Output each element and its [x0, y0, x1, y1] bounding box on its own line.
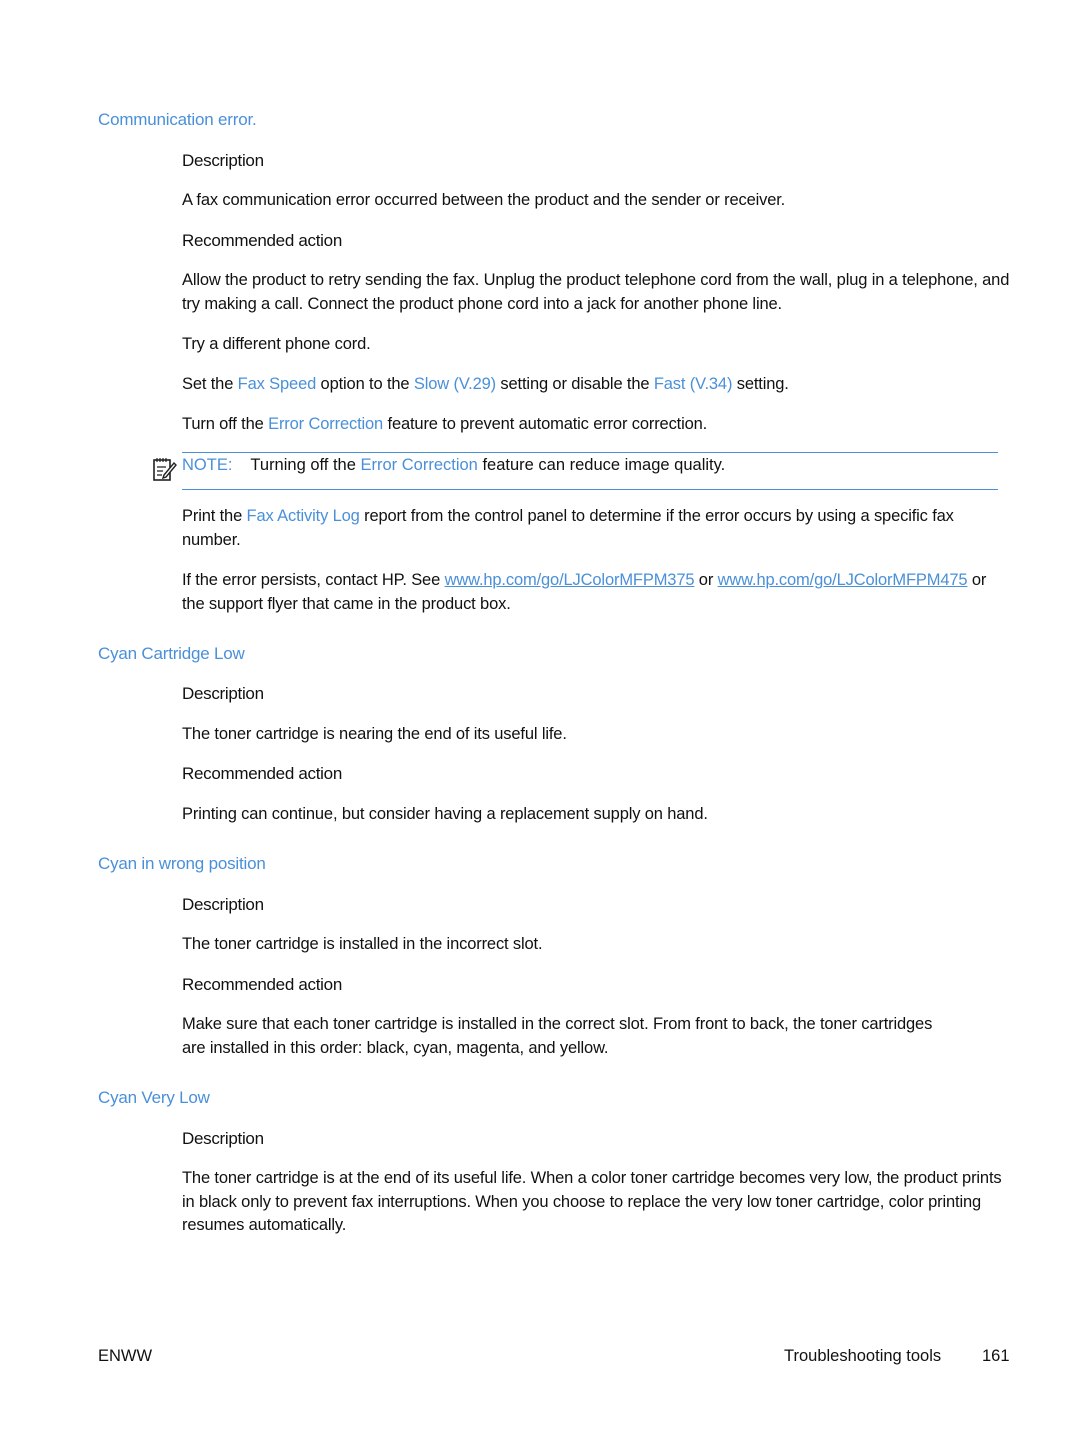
section-heading-cyan-very-low: Cyan Very Low	[98, 1088, 210, 1107]
slow-v29-link[interactable]: Slow (V.29)	[414, 375, 496, 393]
action-paragraph-fax-activity-log: Print the Fax Activity Log report from t…	[182, 505, 1012, 552]
action-paragraph: Make sure that each toner cartridge is i…	[182, 1015, 933, 1057]
text: feature to prevent automatic error corre…	[383, 415, 708, 433]
description-text: The toner cartridge is nearing the end o…	[182, 725, 567, 743]
section-heading-cyan-cartridge-low: Cyan Cartridge Low	[98, 644, 245, 663]
text: Turning off the	[250, 456, 361, 474]
action-paragraph-fax-speed: Set the Fax Speed option to the Slow (V.…	[182, 373, 1012, 397]
text: setting.	[732, 375, 789, 393]
description-label: Description	[182, 684, 264, 703]
action-paragraph: Allow the product to retry sending the f…	[182, 271, 1010, 313]
error-correction-link[interactable]: Error Correction	[361, 456, 478, 474]
description-label: Description	[182, 151, 264, 170]
text: Turn off the	[182, 415, 269, 433]
text: setting or disable the	[496, 375, 654, 393]
section-heading-communication-error: Communication error.	[98, 110, 257, 129]
fax-speed-link[interactable]: Fax Speed	[238, 375, 317, 393]
url-link-m475[interactable]: www.hp.com/go/LJColorMFPM475	[718, 571, 968, 589]
footer-section-title: Troubleshooting tools	[784, 1347, 942, 1365]
description-label: Description	[182, 1129, 264, 1148]
text: option to the	[316, 375, 414, 393]
error-correction-link[interactable]: Error Correction	[268, 415, 383, 433]
action-paragraph-contact-hp: If the error persists, contact HP. See w…	[182, 569, 1012, 616]
note-pencil-icon	[153, 458, 177, 481]
page-number: 161	[982, 1347, 1010, 1365]
note-label: NOTE:	[182, 456, 233, 474]
recommended-action-label: Recommended action	[182, 764, 342, 783]
text: or	[694, 571, 718, 589]
description-text: A fax communication error occurred betwe…	[182, 191, 786, 209]
section-heading-cyan-wrong-position: Cyan in wrong position	[98, 854, 266, 873]
note-text: NOTE: Turning off the Error Correction fe…	[182, 454, 725, 478]
description-text: The toner cartridge is installed in the …	[182, 935, 543, 953]
text: If the error persists, contact HP. See	[182, 571, 445, 589]
footer-enww: ENWW	[98, 1347, 153, 1365]
description-label: Description	[182, 895, 264, 914]
fax-activity-log-link[interactable]: Fax Activity Log	[247, 507, 360, 525]
text: feature can reduce image quality.	[477, 456, 726, 474]
recommended-action-label: Recommended action	[182, 231, 342, 250]
action-paragraph-error-correction: Turn off the Error Correction feature to…	[182, 413, 1012, 437]
recommended-action-label: Recommended action	[182, 975, 342, 994]
url-link-m375[interactable]: www.hp.com/go/LJColorMFPM375	[445, 571, 695, 589]
text: Set the	[182, 375, 238, 393]
fast-v34-link[interactable]: Fast (V.34)	[654, 375, 733, 393]
action-paragraph: Try a different phone cord.	[182, 335, 371, 353]
action-paragraph: Printing can continue, but consider havi…	[182, 805, 708, 823]
description-text: The toner cartridge is at the end of its…	[182, 1169, 1002, 1234]
text: Print the	[182, 507, 247, 525]
